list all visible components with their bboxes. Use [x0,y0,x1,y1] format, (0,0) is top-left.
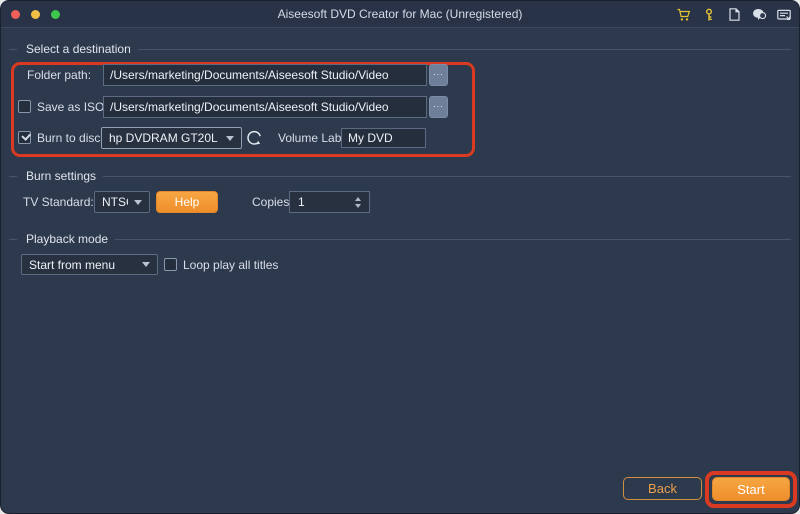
save-iso-label: Save as ISO [37,96,104,118]
loop-play-checkbox[interactable] [164,258,177,271]
tv-standard-select[interactable]: NTSC [94,191,150,213]
register-menu-icon[interactable] [776,7,792,23]
minimize-button[interactable] [31,10,40,19]
tv-standard-label: TV Standard: [23,191,94,213]
iso-browse-button[interactable]: ... [429,96,448,118]
titlebar: Aiseesoft DVD Creator for Mac (Unregiste… [1,1,799,28]
refresh-icon [245,128,265,148]
tv-standard-value: NTSC [102,195,128,209]
chevron-down-icon [134,200,142,205]
save-iso-checkbox[interactable] [18,100,31,113]
copies-label: Copies: [252,191,293,213]
burn-to-disc-checkbox[interactable] [18,131,31,144]
close-button[interactable] [11,10,20,19]
cart-icon[interactable] [676,7,692,23]
copies-value: 1 [298,195,305,209]
drive-select[interactable]: hp DVDRAM GT20L DC05 [101,127,242,149]
traffic-lights [11,1,60,28]
zoom-button[interactable] [51,10,60,19]
titlebar-toolbar [676,1,792,28]
burn-to-disc-label: Burn to disc [37,127,100,149]
feedback-icon[interactable] [751,7,767,23]
copies-stepper[interactable]: 1 [289,191,370,213]
document-icon[interactable] [726,7,742,23]
section-burn-settings: Burn settings [9,169,791,183]
stepper-up-icon[interactable] [355,197,361,201]
section-playback-mode: Playback mode [9,232,791,246]
volume-label-input[interactable] [341,128,426,148]
section-select-destination: Select a destination [9,42,791,56]
section-title: Select a destination [26,42,131,56]
start-button[interactable]: Start [712,477,790,501]
section-title: Playback mode [26,232,108,246]
back-button[interactable]: Back [623,477,702,500]
folder-path-label: Folder path: [27,64,91,86]
section-title: Burn settings [26,169,96,183]
folder-path-input[interactable] [103,64,427,86]
chevron-down-icon [226,136,234,141]
key-icon[interactable] [701,7,717,23]
folder-browse-button[interactable]: ... [429,64,448,86]
iso-path-input[interactable] [103,96,427,118]
loop-play-label: Loop play all titles [183,254,278,276]
stepper-arrows-icon[interactable] [355,197,361,208]
drive-select-value: hp DVDRAM GT20L DC05 [109,131,220,145]
chevron-down-icon [142,262,150,267]
playback-mode-value: Start from menu [29,258,136,272]
help-button[interactable]: Help [156,191,218,213]
app-window: Aiseesoft DVD Creator for Mac (Unregiste… [0,0,800,514]
playback-mode-select[interactable]: Start from menu [21,254,158,275]
stepper-down-icon[interactable] [355,204,361,208]
refresh-drives-button[interactable] [245,128,265,148]
